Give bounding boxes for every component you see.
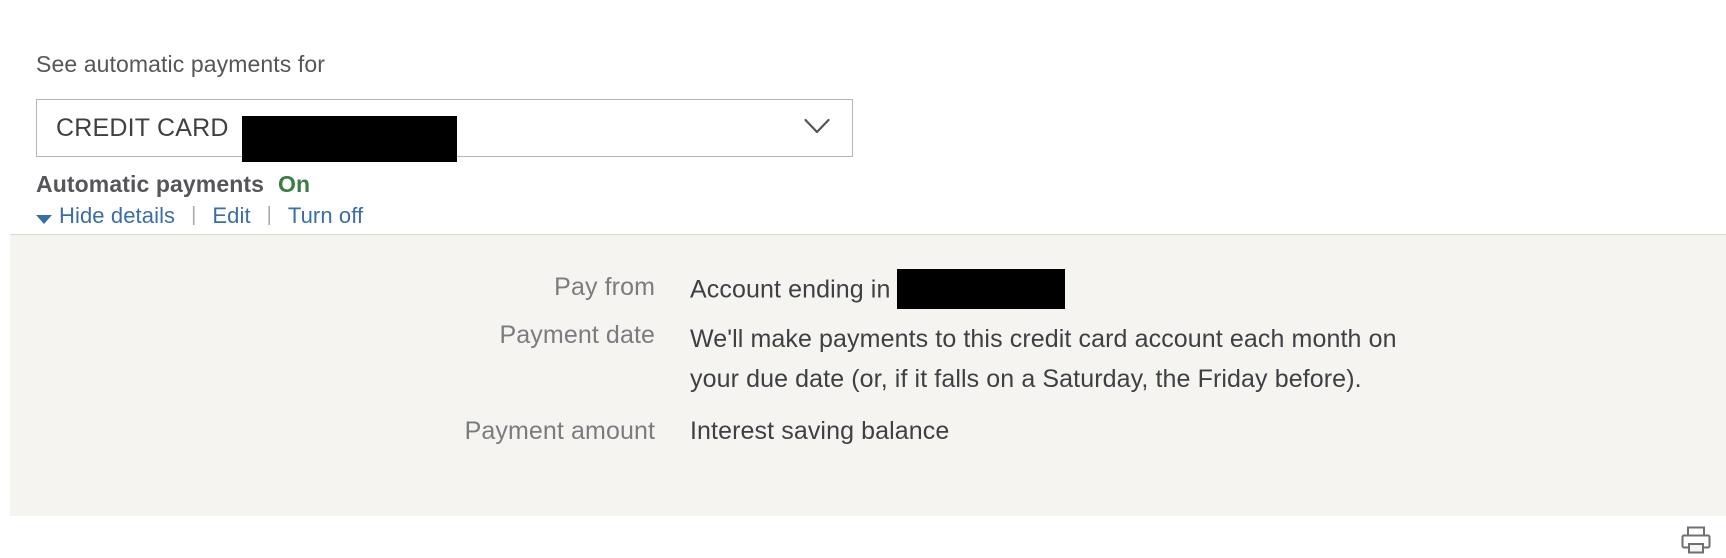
chevron-down-icon — [804, 118, 830, 136]
detail-row-payment-amount: Payment amount Interest saving balance — [10, 415, 950, 447]
status-badge: On — [278, 171, 311, 197]
automatic-payments-page: See automatic payments for CREDIT CARD A… — [0, 0, 1726, 554]
detail-row-payment-date: Payment date We'll make payments to this… — [10, 319, 1450, 399]
hide-details-link[interactable]: Hide details — [36, 203, 175, 229]
status-title: Automatic payments — [36, 171, 265, 197]
payment-date-label: Payment date — [499, 321, 655, 349]
account-select[interactable]: CREDIT CARD — [36, 99, 853, 162]
pay-from-text: Account ending in — [690, 275, 891, 304]
automatic-payments-status: Automatic payments On — [36, 171, 310, 199]
selector-section: See automatic payments for CREDIT CARD A… — [0, 0, 1726, 257]
printer-icon[interactable] — [1678, 524, 1714, 558]
link-separator-1: | — [191, 203, 197, 226]
caret-down-icon — [36, 215, 52, 224]
payment-details-panel: Pay from Account ending in Payment date … — [10, 234, 1726, 554]
action-links: Hide details | Edit | Turn off — [36, 202, 363, 230]
hide-details-label: Hide details — [59, 203, 176, 228]
detail-row-pay-from: Pay from Account ending in — [10, 269, 1066, 311]
account-ending-redaction — [897, 269, 1066, 309]
turn-off-link[interactable]: Turn off — [288, 203, 363, 229]
account-number-redaction — [242, 116, 457, 162]
selector-label: See automatic payments for — [36, 51, 325, 77]
edit-link[interactable]: Edit — [212, 203, 250, 229]
pay-from-value: Account ending in — [690, 269, 1066, 311]
payment-date-value: We'll make payments to this credit card … — [690, 325, 1397, 393]
pay-from-label: Pay from — [554, 273, 655, 301]
payment-amount-value: Interest saving balance — [690, 417, 950, 445]
account-select-value: CREDIT CARD — [56, 114, 457, 162]
link-separator-2: | — [266, 203, 272, 226]
payment-amount-label: Payment amount — [464, 417, 655, 445]
